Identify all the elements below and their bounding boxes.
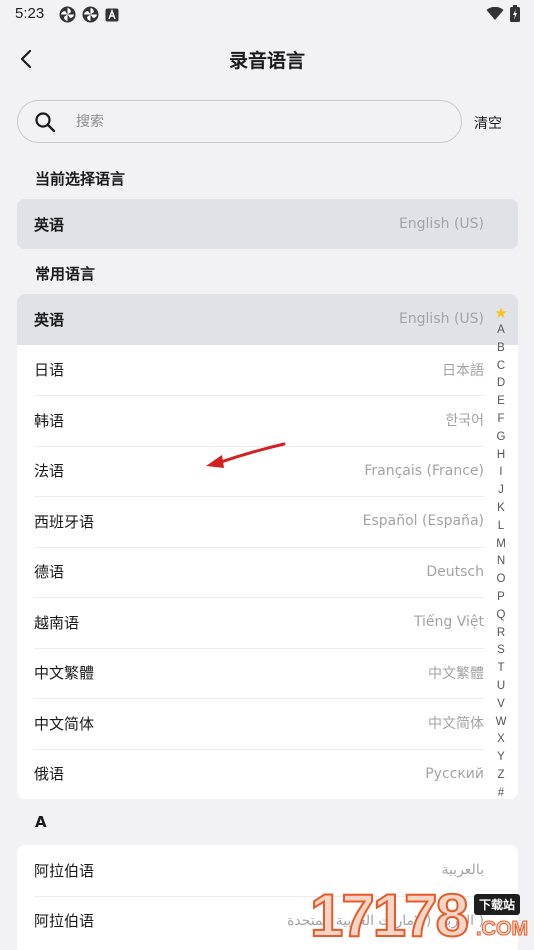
- index-letter-b[interactable]: B: [492, 340, 510, 358]
- language-row-traditional-chinese[interactable]: 中文繁體 中文繁體: [17, 647, 518, 699]
- index-letter-c[interactable]: C: [492, 358, 510, 376]
- index-letter-k[interactable]: K: [492, 500, 510, 518]
- language-row-simplified-chinese[interactable]: 中文简体 中文简体: [17, 698, 518, 749]
- alphabet-index-bar[interactable]: ★ A B C D E F G H I J K L M N O P Q R S T U V W X Y Z #: [492, 304, 510, 803]
- status-notification-icons: [59, 6, 119, 23]
- index-letter-r[interactable]: R: [492, 625, 510, 643]
- index-letter-g[interactable]: G: [492, 429, 510, 447]
- app-bar: 录音语言: [0, 36, 534, 82]
- language-name: 韩语: [34, 411, 65, 430]
- language-name: 越南语: [34, 613, 80, 632]
- language-row-vietnamese[interactable]: 越南语 Tiếng Việt: [17, 597, 518, 648]
- language-native-name: English (US): [398, 216, 484, 232]
- language-name: 英语: [34, 310, 65, 329]
- index-letter-i[interactable]: I: [492, 464, 510, 482]
- language-name: 西班牙语: [34, 512, 95, 531]
- index-letter-q[interactable]: Q: [492, 607, 510, 625]
- search-icon: [35, 112, 56, 133]
- language-name: 俄语: [34, 765, 65, 784]
- status-system-icons: [486, 5, 520, 22]
- language-native-name: English (US): [398, 311, 484, 328]
- watermark-tag: 下载站: [474, 894, 521, 915]
- pinwheel-icon: [82, 6, 99, 23]
- common-languages-list: 英语 English (US) 日语 日本語 韩语 한국어 法语 Françai…: [17, 294, 518, 799]
- index-letter-n[interactable]: N: [492, 553, 510, 571]
- current-language-header: 当前选择语言: [35, 170, 126, 188]
- current-language-row[interactable]: 英语 English (US): [17, 199, 518, 249]
- watermark-logo: 17178 下载站 .COM: [309, 878, 534, 950]
- clear-button[interactable]: 清空: [474, 113, 502, 133]
- index-letter-u[interactable]: U: [492, 678, 510, 696]
- notification-a-icon: [105, 8, 119, 22]
- search-input[interactable]: [76, 101, 436, 142]
- language-row-japanese[interactable]: 日语 日本語: [17, 345, 518, 396]
- index-letter-v[interactable]: V: [492, 696, 510, 714]
- battery-charging-icon: [510, 5, 520, 22]
- language-native-name: Русский: [425, 765, 484, 782]
- index-letter-h[interactable]: H: [492, 447, 510, 465]
- common-languages-header: 常用语言: [35, 265, 96, 283]
- index-letter-x[interactable]: X: [492, 731, 510, 749]
- index-letter-m[interactable]: M: [492, 536, 510, 554]
- language-native-name: Tiếng Việt: [413, 614, 484, 631]
- language-row-english[interactable]: 英语 English (US): [17, 294, 518, 345]
- language-name: 阿拉伯语: [34, 861, 95, 880]
- language-row-spanish[interactable]: 西班牙语 Español (España): [17, 496, 518, 547]
- index-letter-j[interactable]: J: [492, 482, 510, 500]
- language-native-name: بالعربية: [441, 862, 484, 879]
- index-letter-f[interactable]: F: [492, 411, 510, 429]
- index-letter-y[interactable]: Y: [492, 749, 510, 767]
- index-letter-l[interactable]: L: [492, 518, 510, 536]
- language-native-name: Français (France): [364, 462, 484, 479]
- language-name: 日语: [34, 361, 65, 380]
- index-letter-t[interactable]: T: [492, 660, 510, 678]
- index-letter-w[interactable]: W: [492, 714, 510, 732]
- current-language-card[interactable]: 英语 English (US): [17, 199, 518, 249]
- index-letter-hash[interactable]: #: [492, 785, 510, 803]
- language-row-german[interactable]: 德语 Deutsch: [17, 546, 518, 598]
- watermark-suffix: .COM: [475, 918, 529, 941]
- index-letter-s[interactable]: S: [492, 642, 510, 660]
- language-native-name: 中文简体: [428, 716, 484, 733]
- language-native-name: 中文繁體: [428, 665, 484, 682]
- language-name: 阿拉伯语: [34, 912, 95, 931]
- language-name: 德语: [34, 563, 65, 582]
- pinwheel-icon: [59, 6, 76, 23]
- star-icon[interactable]: ★: [492, 304, 510, 322]
- language-native-name: Español (España): [362, 513, 484, 530]
- language-name: 中文简体: [34, 714, 95, 733]
- language-native-name: 한국어: [445, 413, 484, 430]
- index-letter-o[interactable]: O: [492, 571, 510, 589]
- language-row-russian[interactable]: 俄语 Русский: [17, 748, 518, 800]
- language-native-name: Deutsch: [426, 563, 484, 580]
- language-name: 中文繁體: [34, 664, 95, 683]
- section-header-a: A: [35, 813, 47, 831]
- index-letter-a[interactable]: A: [492, 322, 510, 340]
- search-box[interactable]: [17, 100, 462, 143]
- red-arrow-annotation: [206, 442, 286, 468]
- status-bar: 5:23: [0, 0, 534, 28]
- wifi-icon: [486, 6, 504, 20]
- status-time: 5:23: [15, 5, 45, 22]
- index-letter-e[interactable]: E: [492, 393, 510, 411]
- page-title: 录音语言: [228, 50, 305, 72]
- watermark-digits: 17178: [309, 882, 470, 949]
- language-name: 法语: [34, 462, 65, 481]
- index-letter-z[interactable]: Z: [492, 767, 510, 785]
- language-native-name: 日本語: [442, 362, 484, 379]
- index-letter-d[interactable]: D: [492, 375, 510, 393]
- language-name: 英语: [34, 215, 65, 234]
- index-letter-p[interactable]: P: [492, 589, 510, 607]
